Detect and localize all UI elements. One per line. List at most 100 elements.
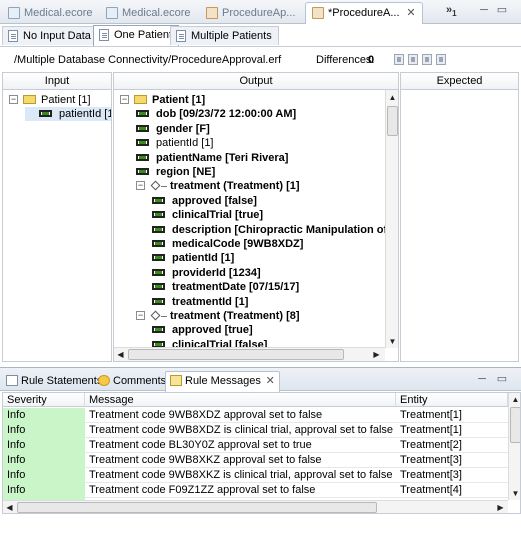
tree-node-dob[interactable]: dob [09/23/72 12:00:00 AM]	[136, 107, 296, 121]
collapse-icon[interactable]: −	[120, 95, 129, 104]
editor-tab-procedure-approval[interactable]: ProcedureAp...	[200, 3, 295, 23]
scroll-up-icon[interactable]: ▲	[509, 393, 520, 406]
tree-node-label: clinicalTrial [true]	[172, 209, 264, 221]
test-subject-tabs: No Input Data One Patient Multiple Patie…	[0, 24, 521, 46]
tree-node-treatmentid[interactable]: treatmentId [1]	[152, 295, 248, 309]
maximize-icon[interactable]: ▭	[496, 4, 508, 16]
editor-tab-label: ProcedureAp...	[222, 7, 296, 19]
tree-node-label: patientId [1]	[156, 137, 214, 149]
next-difference-icon[interactable]	[422, 54, 432, 65]
scroll-down-icon[interactable]: ▼	[509, 487, 520, 500]
tree-node-treatment-8[interactable]: − treatment (Treatment) [8]	[136, 309, 300, 323]
tree-node-clinicaltrial[interactable]: clinicalTrial [true]	[152, 208, 263, 222]
messages-horizontal-scrollbar[interactable]: ◀ ▶	[3, 500, 508, 513]
tree-node-label: description [Chiropractic Manipulation o…	[172, 224, 399, 236]
tab-rule-messages[interactable]: Rule Messages ✕	[165, 371, 280, 392]
table-row[interactable]: Info Treatment code BL30Y0Z approval set …	[3, 438, 508, 453]
tree-node-label: medicalCode [9WB8XDZ]	[172, 238, 304, 250]
column-header-severity[interactable]: Severity	[3, 393, 85, 407]
tree-node-treatment-1[interactable]: − treatment (Treatment) [1]	[136, 179, 300, 193]
tab-rule-statements[interactable]: Rule Statements	[2, 372, 102, 390]
entity-icon	[134, 95, 147, 104]
association-icon	[150, 180, 161, 191]
column-header-message[interactable]: Message	[85, 393, 396, 407]
table-row[interactable]: Info Treatment code 9WB8XDZ is clinical t…	[3, 423, 508, 438]
scroll-thumb[interactable]	[128, 349, 344, 360]
entity-cell: Treatment[3]	[400, 454, 462, 466]
tree-node-patient[interactable]: − Patient [1]	[120, 93, 205, 107]
comments-icon	[98, 375, 110, 386]
differences-count: 0	[368, 54, 375, 66]
previous-difference-icon[interactable]	[408, 54, 418, 65]
output-vertical-scrollbar[interactable]: ▲ ▼	[385, 90, 398, 348]
severity-cell: Info	[3, 453, 85, 468]
tree-node-patientname[interactable]: patientName [Teri Rivera]	[136, 151, 288, 165]
maximize-icon[interactable]: ▭	[496, 373, 508, 385]
editor-tab-medical-ecore-1[interactable]: Medical.ecore	[2, 3, 92, 23]
table-row[interactable]: Info Treatment code 9WB8XKZ is clinical t…	[3, 468, 508, 483]
tab-no-input-data[interactable]: No Input Data	[2, 26, 98, 45]
collapse-icon[interactable]: −	[136, 311, 145, 320]
scroll-right-icon[interactable]: ▶	[494, 501, 507, 513]
tree-node-patient[interactable]: − Patient [1]	[9, 93, 91, 107]
editor-tab-procedure-approval-active[interactable]: *ProcedureA... ✕	[305, 2, 423, 24]
scroll-left-icon[interactable]: ◀	[114, 348, 127, 361]
association-line-icon	[161, 316, 167, 317]
first-difference-icon[interactable]	[394, 54, 404, 65]
editor-tab-medical-ecore-2[interactable]: Medical.ecore	[100, 3, 190, 23]
scroll-left-icon[interactable]: ◀	[3, 501, 16, 513]
tree-node-patientid[interactable]: patientId [1]	[136, 136, 214, 150]
close-icon[interactable]: ✕	[406, 3, 415, 23]
tree-node-label: treatmentId [1]	[172, 296, 249, 308]
tree-node-medicalcode[interactable]: medicalCode [9WB8XDZ]	[152, 237, 303, 251]
tree-node-providerid[interactable]: providerId [1234]	[152, 266, 261, 280]
output-horizontal-scrollbar[interactable]: ◀ ▶	[114, 347, 385, 361]
entity-cell: Treatment[2]	[400, 439, 462, 451]
tab-overflow-button[interactable]: »1	[446, 4, 457, 18]
table-row[interactable]: Info Treatment code 9WB8XDZ approval set …	[3, 408, 508, 423]
column-header-entity[interactable]: Entity	[396, 393, 508, 407]
table-row[interactable]: Info Treatment code F09Z1ZZ approval set …	[3, 483, 508, 498]
path-row: /Multiple Database Connectivity/Procedur…	[0, 46, 521, 72]
tree-node-region[interactable]: region [NE]	[136, 165, 215, 179]
tree-node-patientid[interactable]: patientId [1]	[152, 251, 234, 265]
scroll-down-icon[interactable]: ▼	[386, 335, 398, 348]
tree-node-label: treatmentDate [07/15/17]	[172, 281, 300, 293]
scroll-thumb[interactable]	[387, 106, 398, 136]
tree-node-approved[interactable]: approved [false]	[152, 194, 257, 208]
collapse-icon[interactable]: −	[136, 181, 145, 190]
tree-node-approved[interactable]: approved [true]	[152, 323, 253, 337]
tree-node-label: approved [true]	[172, 324, 253, 336]
collapse-icon[interactable]: −	[9, 95, 18, 104]
tab-comments[interactable]: Comments	[94, 372, 166, 390]
tree-node-patientid[interactable]: patientId [1]	[25, 107, 111, 121]
scroll-up-icon[interactable]: ▲	[386, 91, 398, 104]
close-icon[interactable]: ✕	[266, 372, 275, 390]
attribute-icon	[152, 298, 165, 305]
scroll-thumb[interactable]	[17, 502, 377, 513]
attribute-icon	[136, 168, 149, 175]
minimize-icon[interactable]: ─	[478, 4, 490, 16]
tree-node-label: providerId [1234]	[172, 267, 261, 279]
messages-vertical-scrollbar[interactable]: ▲ ▼	[508, 393, 520, 500]
editor-tab-label: Medical.ecore	[24, 7, 93, 19]
minimize-icon[interactable]: ─	[476, 373, 488, 385]
table-row[interactable]: Info Treatment code 9WB8XKZ approval set …	[3, 453, 508, 468]
tab-multiple-patients[interactable]: Multiple Patients	[170, 26, 279, 45]
output-pane: Output − Patient [1] dob [09/23/72 12:00:0…	[113, 72, 399, 362]
tree-node-treatmentdate[interactable]: treatmentDate [07/15/17]	[152, 280, 299, 294]
document-icon	[176, 30, 186, 42]
input-pane-header: Input	[3, 73, 111, 90]
scroll-right-icon[interactable]: ▶	[370, 348, 383, 361]
rule-statements-icon	[6, 375, 18, 386]
attribute-icon	[136, 125, 149, 132]
editor-tab-label: *ProcedureA...	[328, 7, 400, 19]
tab-one-patient[interactable]: One Patient	[93, 25, 180, 46]
tree-node-gender[interactable]: gender [F]	[136, 122, 210, 136]
attribute-icon	[152, 226, 165, 233]
scroll-thumb[interactable]	[510, 407, 520, 443]
last-difference-icon[interactable]	[436, 54, 446, 65]
ecore-file-icon	[106, 7, 118, 19]
tree-node-description[interactable]: description [Chiropractic Manipulation o…	[152, 223, 399, 237]
severity-cell: Info	[3, 408, 85, 423]
